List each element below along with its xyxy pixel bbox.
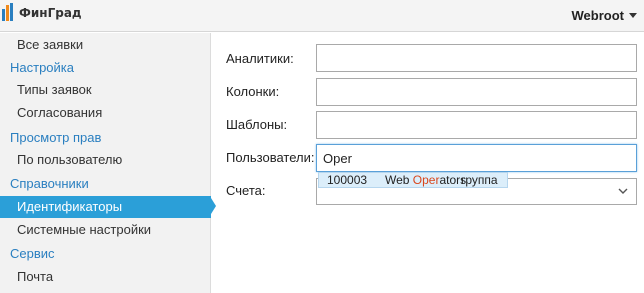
fingrad-logo-icon — [2, 3, 13, 21]
sidebar-item-approvals[interactable]: Согласования — [0, 102, 211, 124]
sidebar-item-by-user[interactable]: По пользователю — [0, 149, 211, 171]
templates-label: Шаблоны: — [226, 117, 288, 132]
users-label: Пользователи: — [226, 150, 315, 165]
sidebar-item-system-settings[interactable]: Системные настройки — [0, 219, 211, 241]
user-menu[interactable]: Webroot — [572, 8, 624, 23]
brand-name: ФинГрад — [19, 6, 82, 20]
sidebar-item-mail[interactable]: Почта — [0, 266, 211, 288]
chevron-down-icon — [618, 188, 628, 194]
sidebar-section-settings[interactable]: Настройка — [0, 57, 211, 79]
analytics-input[interactable] — [316, 44, 637, 72]
user-suggestion-item[interactable]: 100003 Web Operators группа — [318, 172, 508, 188]
suggestion-type: группа — [461, 173, 498, 187]
users-input[interactable] — [316, 144, 637, 172]
suggestion-id: 100003 — [327, 173, 368, 187]
sidebar-item-request-types[interactable]: Типы заявок — [0, 79, 211, 101]
analytics-label: Аналитики: — [226, 51, 294, 66]
columns-label: Колонки: — [226, 84, 280, 99]
suggestion-name: Web Operators — [385, 173, 466, 187]
suggestion-match-highlight: Oper — [412, 173, 440, 187]
sidebar-item-all-requests[interactable]: Все заявки — [0, 34, 211, 56]
columns-input[interactable] — [316, 78, 637, 106]
active-item-pointer — [211, 198, 216, 214]
templates-input[interactable] — [316, 111, 637, 139]
sidebar-section-service[interactable]: Сервис — [0, 243, 211, 265]
sidebar: Все заявки Настройка Типы заявок Согласо… — [0, 33, 211, 293]
sidebar-item-identifiers[interactable]: Идентификаторы — [0, 196, 211, 218]
sidebar-section-rights-view[interactable]: Просмотр прав — [0, 127, 211, 149]
accounts-label: Счета: — [226, 183, 266, 198]
sidebar-section-directories[interactable]: Справочники — [0, 173, 211, 195]
caret-down-icon[interactable] — [629, 13, 637, 18]
suggestion-name-prefix: Web — [385, 173, 413, 187]
top-bar: ФинГрад Webroot — [0, 0, 644, 32]
